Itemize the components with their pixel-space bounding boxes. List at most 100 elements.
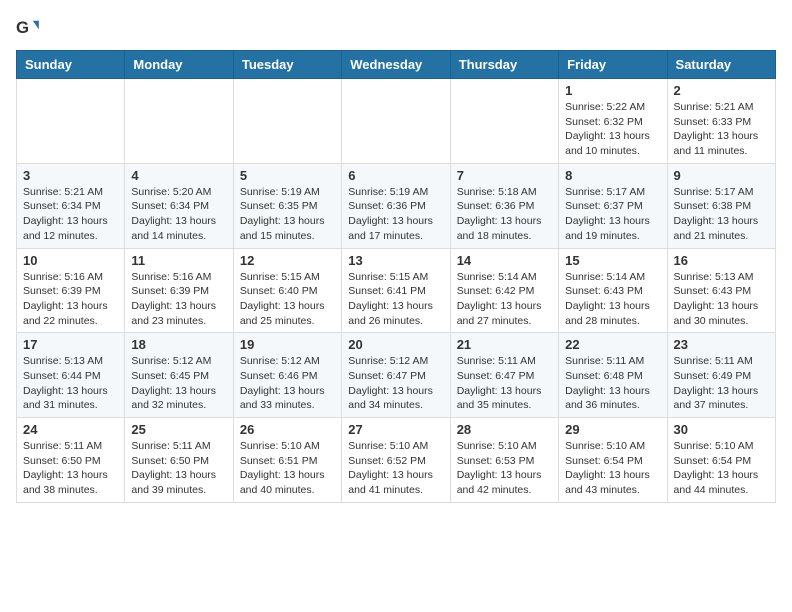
day-number: 30 — [674, 422, 769, 437]
day-info: Sunrise: 5:16 AMSunset: 6:39 PMDaylight:… — [131, 270, 226, 329]
calendar-cell: 5 Sunrise: 5:19 AMSunset: 6:35 PMDaylight… — [233, 163, 341, 248]
day-info: Sunrise: 5:10 AMSunset: 6:51 PMDaylight:… — [240, 439, 335, 498]
calendar-body: 1 Sunrise: 5:22 AMSunset: 6:32 PMDaylight… — [17, 79, 776, 503]
calendar-week-row: 17 Sunrise: 5:13 AMSunset: 6:44 PMDayligh… — [17, 333, 776, 418]
day-info: Sunrise: 5:13 AMSunset: 6:44 PMDaylight:… — [23, 354, 118, 413]
calendar-cell: 9 Sunrise: 5:17 AMSunset: 6:38 PMDaylight… — [667, 163, 775, 248]
day-number: 28 — [457, 422, 552, 437]
day-info: Sunrise: 5:13 AMSunset: 6:43 PMDaylight:… — [674, 270, 769, 329]
day-info: Sunrise: 5:12 AMSunset: 6:47 PMDaylight:… — [348, 354, 443, 413]
calendar-week-row: 3 Sunrise: 5:21 AMSunset: 6:34 PMDaylight… — [17, 163, 776, 248]
calendar-cell: 29 Sunrise: 5:10 AMSunset: 6:54 PMDayligh… — [559, 418, 667, 503]
weekday-header-cell: Thursday — [450, 51, 558, 79]
calendar-cell: 4Sunrise: 5:20 AMSunset: 6:34 PMDaylight… — [125, 163, 233, 248]
day-number: 13 — [348, 253, 443, 268]
calendar-cell — [450, 79, 558, 164]
day-number: 22 — [565, 337, 660, 352]
calendar-cell: 12 Sunrise: 5:15 AMSunset: 6:40 PMDayligh… — [233, 248, 341, 333]
day-number: 9 — [674, 168, 769, 183]
day-number: 29 — [565, 422, 660, 437]
calendar-cell: 17 Sunrise: 5:13 AMSunset: 6:44 PMDayligh… — [17, 333, 125, 418]
day-number: 5 — [240, 168, 335, 183]
day-info: Sunrise: 5:11 AMSunset: 6:50 PMDaylight:… — [23, 439, 118, 498]
calendar-cell: 11Sunrise: 5:16 AMSunset: 6:39 PMDayligh… — [125, 248, 233, 333]
weekday-header-row: SundayMondayTuesdayWednesdayThursdayFrid… — [17, 51, 776, 79]
day-number: 10 — [23, 253, 118, 268]
calendar-cell — [233, 79, 341, 164]
logo: G — [16, 16, 44, 40]
calendar-cell: 8 Sunrise: 5:17 AMSunset: 6:37 PMDaylight… — [559, 163, 667, 248]
calendar-cell — [17, 79, 125, 164]
calendar-cell: 25Sunrise: 5:11 AMSunset: 6:50 PMDayligh… — [125, 418, 233, 503]
day-info: Sunrise: 5:10 AMSunset: 6:53 PMDaylight:… — [457, 439, 552, 498]
calendar-cell — [125, 79, 233, 164]
day-number: 15 — [565, 253, 660, 268]
svg-text:G: G — [16, 18, 29, 37]
day-number: 12 — [240, 253, 335, 268]
day-number: 7 — [457, 168, 552, 183]
page-header: G — [16, 16, 776, 40]
day-number: 8 — [565, 168, 660, 183]
weekday-header-cell: Monday — [125, 51, 233, 79]
calendar-cell: 21Sunrise: 5:11 AMSunset: 6:47 PMDayligh… — [450, 333, 558, 418]
calendar-cell: 24 Sunrise: 5:11 AMSunset: 6:50 PMDayligh… — [17, 418, 125, 503]
calendar-cell: 30 Sunrise: 5:10 AMSunset: 6:54 PMDayligh… — [667, 418, 775, 503]
weekday-header-cell: Tuesday — [233, 51, 341, 79]
weekday-header-cell: Sunday — [17, 51, 125, 79]
calendar-cell: 26Sunrise: 5:10 AMSunset: 6:51 PMDayligh… — [233, 418, 341, 503]
calendar-cell: 16Sunrise: 5:13 AMSunset: 6:43 PMDayligh… — [667, 248, 775, 333]
day-info: Sunrise: 5:10 AMSunset: 6:52 PMDaylight:… — [348, 439, 443, 498]
calendar-cell: 15 Sunrise: 5:14 AMSunset: 6:43 PMDayligh… — [559, 248, 667, 333]
day-number: 4 — [131, 168, 226, 183]
day-number: 23 — [674, 337, 769, 352]
weekday-header-cell: Friday — [559, 51, 667, 79]
day-number: 17 — [23, 337, 118, 352]
calendar-cell: 10 Sunrise: 5:16 AMSunset: 6:39 PMDayligh… — [17, 248, 125, 333]
calendar-cell: 22 Sunrise: 5:11 AMSunset: 6:48 PMDayligh… — [559, 333, 667, 418]
calendar-cell: 18 Sunrise: 5:12 AMSunset: 6:45 PMDayligh… — [125, 333, 233, 418]
calendar-cell: 13 Sunrise: 5:15 AMSunset: 6:41 PMDayligh… — [342, 248, 450, 333]
calendar-week-row: 10 Sunrise: 5:16 AMSunset: 6:39 PMDayligh… — [17, 248, 776, 333]
day-info: Sunrise: 5:16 AMSunset: 6:39 PMDaylight:… — [23, 270, 118, 329]
calendar-cell: 2 Sunrise: 5:21 AMSunset: 6:33 PMDaylight… — [667, 79, 775, 164]
day-info: Sunrise: 5:14 AMSunset: 6:42 PMDaylight:… — [457, 270, 552, 329]
day-number: 1 — [565, 83, 660, 98]
day-info: Sunrise: 5:18 AMSunset: 6:36 PMDaylight:… — [457, 185, 552, 244]
calendar-cell — [342, 79, 450, 164]
calendar-week-row: 24 Sunrise: 5:11 AMSunset: 6:50 PMDayligh… — [17, 418, 776, 503]
calendar-cell: 6Sunrise: 5:19 AMSunset: 6:36 PMDaylight… — [342, 163, 450, 248]
weekday-header-cell: Wednesday — [342, 51, 450, 79]
day-info: Sunrise: 5:10 AMSunset: 6:54 PMDaylight:… — [565, 439, 660, 498]
calendar-cell: 23Sunrise: 5:11 AMSunset: 6:49 PMDayligh… — [667, 333, 775, 418]
day-number: 19 — [240, 337, 335, 352]
calendar-cell: 14 Sunrise: 5:14 AMSunset: 6:42 PMDayligh… — [450, 248, 558, 333]
calendar-cell: 1 Sunrise: 5:22 AMSunset: 6:32 PMDaylight… — [559, 79, 667, 164]
day-number: 2 — [674, 83, 769, 98]
day-info: Sunrise: 5:19 AMSunset: 6:35 PMDaylight:… — [240, 185, 335, 244]
calendar-cell: 7 Sunrise: 5:18 AMSunset: 6:36 PMDaylight… — [450, 163, 558, 248]
calendar-table: SundayMondayTuesdayWednesdayThursdayFrid… — [16, 50, 776, 503]
calendar-cell: 27Sunrise: 5:10 AMSunset: 6:52 PMDayligh… — [342, 418, 450, 503]
day-info: Sunrise: 5:17 AMSunset: 6:37 PMDaylight:… — [565, 185, 660, 244]
day-info: Sunrise: 5:17 AMSunset: 6:38 PMDaylight:… — [674, 185, 769, 244]
logo-icon: G — [16, 16, 40, 40]
day-info: Sunrise: 5:12 AMSunset: 6:45 PMDaylight:… — [131, 354, 226, 413]
day-info: Sunrise: 5:12 AMSunset: 6:46 PMDaylight:… — [240, 354, 335, 413]
day-number: 20 — [348, 337, 443, 352]
calendar-cell: 3 Sunrise: 5:21 AMSunset: 6:34 PMDaylight… — [17, 163, 125, 248]
day-info: Sunrise: 5:22 AMSunset: 6:32 PMDaylight:… — [565, 100, 660, 159]
day-number: 3 — [23, 168, 118, 183]
day-number: 25 — [131, 422, 226, 437]
day-number: 24 — [23, 422, 118, 437]
day-info: Sunrise: 5:21 AMSunset: 6:34 PMDaylight:… — [23, 185, 118, 244]
day-info: Sunrise: 5:10 AMSunset: 6:54 PMDaylight:… — [674, 439, 769, 498]
day-info: Sunrise: 5:15 AMSunset: 6:41 PMDaylight:… — [348, 270, 443, 329]
day-info: Sunrise: 5:11 AMSunset: 6:48 PMDaylight:… — [565, 354, 660, 413]
day-info: Sunrise: 5:14 AMSunset: 6:43 PMDaylight:… — [565, 270, 660, 329]
day-number: 18 — [131, 337, 226, 352]
day-info: Sunrise: 5:15 AMSunset: 6:40 PMDaylight:… — [240, 270, 335, 329]
day-number: 14 — [457, 253, 552, 268]
day-info: Sunrise: 5:21 AMSunset: 6:33 PMDaylight:… — [674, 100, 769, 159]
day-info: Sunrise: 5:19 AMSunset: 6:36 PMDaylight:… — [348, 185, 443, 244]
calendar-cell: 19 Sunrise: 5:12 AMSunset: 6:46 PMDayligh… — [233, 333, 341, 418]
